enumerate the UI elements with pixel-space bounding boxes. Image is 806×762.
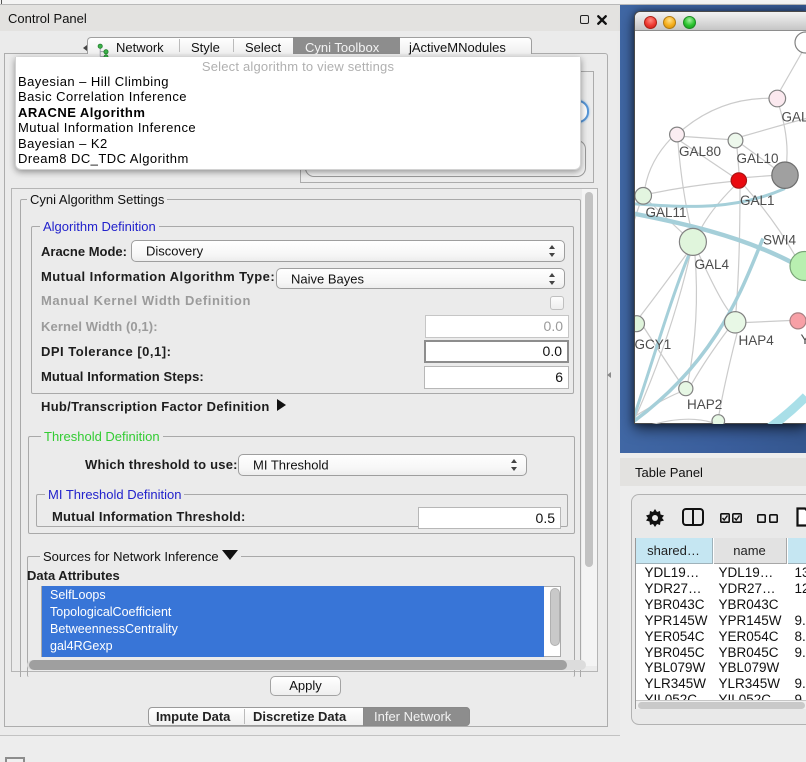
- svg-text:YJL2: YJL2: [801, 332, 806, 347]
- svg-text:GAL10: GAL10: [737, 151, 779, 166]
- svg-text:HAP4: HAP4: [739, 333, 775, 348]
- svg-text:SWI4: SWI4: [763, 232, 796, 247]
- svg-text:GAL4: GAL4: [695, 257, 730, 272]
- svg-text:GAL1: GAL1: [740, 193, 775, 208]
- svg-text:GAL80: GAL80: [679, 144, 721, 159]
- svg-text:GAL2: GAL2: [782, 109, 806, 124]
- svg-text:HAP2: HAP2: [687, 397, 722, 412]
- svg-text:GCY1: GCY1: [635, 337, 671, 352]
- svg-text:GAL11: GAL11: [646, 205, 687, 220]
